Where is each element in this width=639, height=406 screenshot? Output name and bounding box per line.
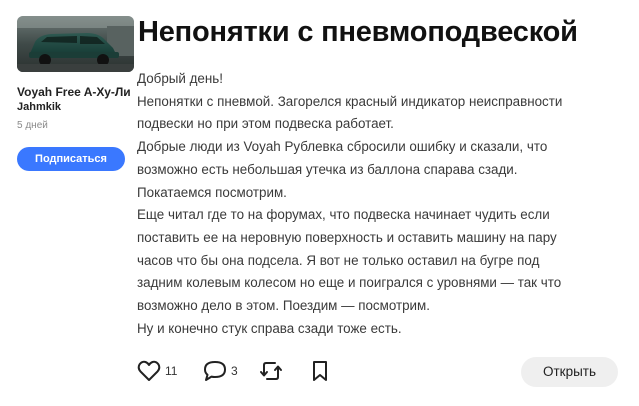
- subscribe-button[interactable]: Подписаться: [17, 147, 125, 171]
- post-line: возможно есть небольшая утечка из баллон…: [137, 161, 518, 177]
- author-sidebar: Voyah Free A-Ху-Ли Jahmkik 5 дней Подпис…: [17, 16, 135, 171]
- post-line: Покатаемся посмотрим.: [137, 184, 287, 200]
- like-count: 11: [165, 364, 178, 378]
- repost-icon: [260, 362, 282, 380]
- post-line: Ну и конечно стук справа сзади тоже есть…: [137, 320, 402, 336]
- bookmark-icon: [313, 361, 327, 381]
- post-line: часов что бы она подсела. Я вот не тольк…: [137, 252, 540, 268]
- post-line: Еще читал где то на форумах, что подвеск…: [137, 207, 550, 223]
- post-line: возможно дело в этом. Поездим — посмотри…: [137, 298, 430, 314]
- like-button[interactable]: 11: [137, 360, 177, 382]
- post-line: Добрый день!: [137, 71, 223, 86]
- bookmark-button[interactable]: [310, 360, 330, 382]
- post-line: Непонятки с пневмой. Загорелся красный и…: [137, 93, 563, 109]
- post-line: подвески но при этом подвеска работает.: [137, 116, 394, 132]
- post-body: Добрый день! Непонятки с пневмой. Загоре…: [137, 68, 627, 340]
- repost-button[interactable]: [259, 360, 283, 382]
- car-name[interactable]: Voyah Free A-Ху-Ли: [17, 85, 135, 99]
- comment-count: 3: [231, 364, 238, 378]
- comment-icon: [204, 361, 226, 381]
- heart-icon: [137, 360, 161, 381]
- comment-button[interactable]: 3: [203, 360, 238, 382]
- post-line: поставить ее на неровную поверхность и о…: [137, 229, 557, 245]
- post-actions: 11 3 Открыть: [137, 357, 618, 387]
- post-title[interactable]: Непонятки с пневмоподвеской: [138, 14, 628, 50]
- car-thumbnail[interactable]: [17, 16, 134, 72]
- car-photo-icon: [17, 16, 134, 72]
- author-name[interactable]: Jahmkik: [17, 100, 135, 114]
- post-line: задним колевым колесом но еще и поигралс…: [137, 275, 562, 291]
- open-button[interactable]: Открыть: [521, 357, 618, 387]
- post-age: 5 дней: [17, 120, 48, 131]
- post-line: Добрые люди из Voyah Рублевка сбросили о…: [137, 139, 548, 155]
